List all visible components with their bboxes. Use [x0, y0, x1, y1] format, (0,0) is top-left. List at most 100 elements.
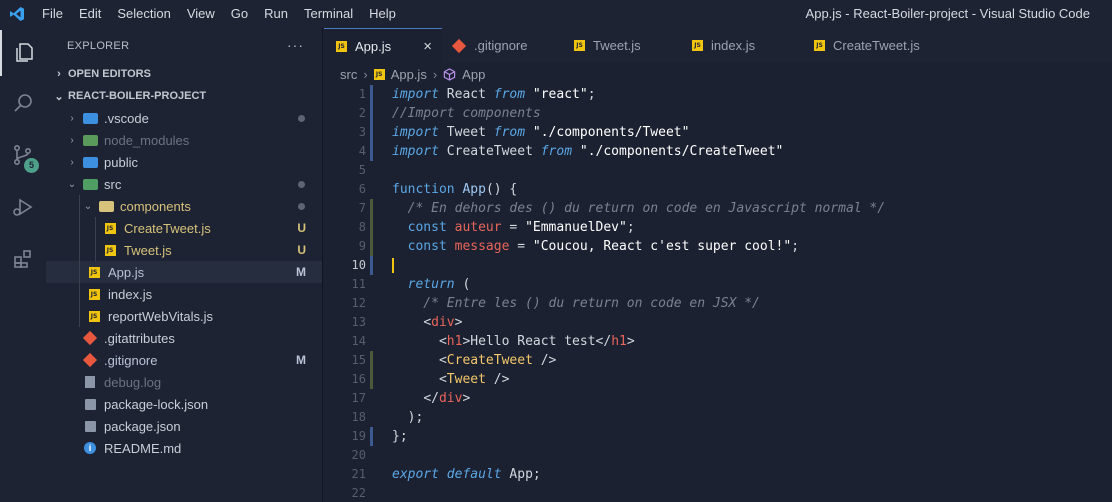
- project-label: REACT-BOILER-PROJECT: [68, 90, 207, 102]
- file-icon-wrap: [82, 177, 98, 191]
- search-icon[interactable]: [0, 80, 46, 126]
- tree-item-src[interactable]: ⌄ src: [46, 173, 322, 195]
- menu-go[interactable]: Go: [223, 0, 256, 28]
- tree-item-label: node_modules: [104, 132, 190, 148]
- menu-selection[interactable]: Selection: [109, 0, 178, 28]
- tree-item-components[interactable]: ⌄ components: [46, 195, 322, 217]
- tree-item-app-js[interactable]: JS App.js M: [46, 261, 322, 283]
- folder-icon: [82, 112, 98, 124]
- code-line: 10: [324, 256, 1112, 275]
- open-editors-label: OPEN EDITORS: [68, 68, 151, 80]
- tree-item-label: index.js: [108, 286, 153, 302]
- tree-item--gitattributes[interactable]: .gitattributes: [46, 327, 322, 349]
- code-line: 22: [324, 484, 1112, 502]
- run-debug-icon[interactable]: [0, 184, 46, 230]
- line-number: 12: [351, 296, 366, 310]
- line-number: 14: [351, 334, 366, 348]
- git-gutter-marker: [370, 370, 373, 389]
- js-file-icon: JS: [814, 40, 825, 51]
- code-line: 19};: [324, 427, 1112, 446]
- tab-bar: JS App.js × .gitignore JS Tweet.js JS index.js J…: [324, 28, 1112, 63]
- menu-terminal[interactable]: Terminal: [296, 0, 361, 28]
- file-icon-wrap: [82, 155, 98, 169]
- code-line: 8 const auteur = "EmmanuelDev";: [324, 218, 1112, 237]
- folder-icon: [82, 134, 98, 146]
- code-text: import CreateTweet from "./components/Cr…: [392, 144, 784, 159]
- menu-edit[interactable]: Edit: [71, 0, 109, 28]
- tab-index-js[interactable]: JS index.js: [680, 28, 802, 63]
- menu-file[interactable]: File: [34, 0, 71, 28]
- tab--gitignore[interactable]: .gitignore: [442, 28, 562, 63]
- tree-item-label: README.md: [104, 440, 182, 456]
- tree-item-node-modules[interactable]: › node_modules: [46, 129, 322, 151]
- file-icon-wrap: [98, 199, 114, 213]
- code-line: 17 </div>: [324, 389, 1112, 408]
- breadcrumb-symbol[interactable]: App: [462, 67, 485, 82]
- tab-tweet-js[interactable]: JS Tweet.js: [562, 28, 680, 63]
- breadcrumb-separator-icon: ›: [363, 66, 368, 82]
- menu-view[interactable]: View: [179, 0, 223, 28]
- line-number: 1: [358, 87, 366, 101]
- code-text: function App() {: [392, 182, 518, 197]
- code-line: 20: [324, 446, 1112, 465]
- extensions-icon[interactable]: [0, 236, 46, 282]
- code-text: //Import components: [392, 106, 541, 121]
- code-text: const message = "Coucou, React c'est sup…: [407, 239, 800, 254]
- js-file-icon: JS: [336, 40, 347, 52]
- git-gutter-marker: [370, 218, 373, 237]
- tree-item-tweet-js[interactable]: JS Tweet.js U: [46, 239, 322, 261]
- menu-help[interactable]: Help: [361, 0, 404, 28]
- folder-icon: [82, 178, 98, 190]
- open-editors-section[interactable]: › OPEN EDITORS: [46, 63, 322, 85]
- menu-bar: File Edit Selection View Go Run Terminal Help: [34, 0, 404, 28]
- git-status-badge: U: [297, 243, 306, 257]
- file-icon-wrap: [82, 133, 98, 147]
- folder-icon: [82, 156, 98, 168]
- explorer-icon[interactable]: [0, 30, 46, 76]
- breadcrumb-separator-icon: ›: [432, 66, 438, 82]
- tree-item-reportwebvitals-js[interactable]: JS reportWebVitals.js: [46, 305, 322, 327]
- code-editor[interactable]: 1 import React from "react"; 2 //Import com…: [324, 85, 1112, 502]
- code-text: </div>: [423, 391, 471, 406]
- tree-item-package-lock-json[interactable]: package-lock.json: [46, 393, 322, 415]
- tab-createtweet-js[interactable]: JS CreateTweet.js: [802, 28, 924, 63]
- tree-item-public[interactable]: › public: [46, 151, 322, 173]
- git-gutter-marker: [370, 256, 373, 275]
- title-bar: File Edit Selection View Go Run Terminal Help A…: [0, 0, 1112, 28]
- modified-dot-icon: [298, 180, 305, 188]
- chevron-right-icon: ›: [70, 134, 74, 146]
- tree-item-package-json[interactable]: package.json: [46, 415, 322, 437]
- menu-run[interactable]: Run: [256, 0, 296, 28]
- tree-item--gitignore[interactable]: .gitignore M: [46, 349, 322, 371]
- breadcrumb: src › JS App.js › App: [324, 63, 1112, 85]
- source-control-icon[interactable]: 5: [0, 132, 46, 178]
- tree-item-index-js[interactable]: JS index.js: [46, 283, 322, 305]
- git-file-icon: [82, 352, 98, 368]
- tree-item-label: package-lock.json: [104, 396, 209, 412]
- window-title: App.js - React-Boiler-project - Visual S…: [805, 6, 1090, 21]
- breadcrumb-file[interactable]: App.js: [391, 67, 427, 82]
- line-number: 18: [351, 410, 366, 424]
- breadcrumb-folder[interactable]: src: [340, 67, 357, 82]
- tree-item-createtweet-js[interactable]: JS CreateTweet.js U: [46, 217, 322, 239]
- code-text: import React from "react";: [392, 87, 596, 102]
- tree-item-label: .gitattributes: [104, 330, 175, 346]
- scm-badge: 5: [24, 158, 39, 173]
- tree-item-readme-md[interactable]: i README.md: [46, 437, 322, 459]
- code-text: /* En dehors des () du return on code en…: [392, 201, 886, 216]
- close-icon[interactable]: ×: [423, 38, 432, 55]
- file-icon-wrap: [82, 111, 98, 125]
- tree-item--vscode[interactable]: › .vscode: [46, 107, 322, 129]
- project-section[interactable]: ⌄ REACT-BOILER-PROJECT: [46, 85, 322, 107]
- folder-icon: [98, 200, 114, 212]
- tab-app-js[interactable]: JS App.js ×: [324, 28, 442, 63]
- code-text: import Tweet from "./components/Tweet": [392, 125, 690, 140]
- explorer-panel: EXPLORER ··· › OPEN EDITORS ⌄ REACT-BOIL…: [46, 28, 323, 502]
- line-number: 15: [351, 353, 366, 367]
- indent-guide: [95, 217, 96, 261]
- tree-item-label: debug.log: [104, 374, 162, 390]
- line-number: 19: [351, 429, 366, 443]
- tree-item-debug-log[interactable]: debug.log: [46, 371, 322, 393]
- more-actions-icon[interactable]: ···: [287, 37, 304, 53]
- line-number: 17: [351, 391, 366, 405]
